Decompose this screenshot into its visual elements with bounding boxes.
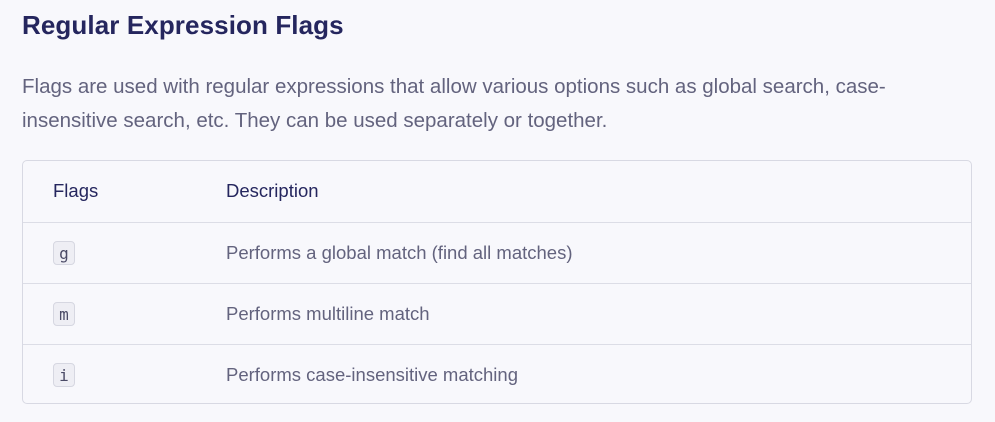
description-cell: Performs a global match (find all matche…	[226, 241, 573, 263]
description-cell: Performs case-insensitive matching	[226, 363, 518, 385]
section-heading: Regular Expression Flags	[22, 10, 344, 40]
flag-cell: g	[23, 222, 226, 283]
article-section: Regular Expression Flags Flags are used …	[0, 0, 995, 422]
description-cell: Performs multiline match	[226, 302, 430, 324]
header-row: Flags Description	[23, 161, 971, 222]
flag-code: m	[53, 301, 75, 326]
table-row: m Performs multiline match	[23, 283, 971, 344]
table-header: Flags Description	[23, 161, 971, 222]
flag-code: i	[53, 362, 75, 387]
column-header-flags: Flags	[53, 180, 99, 202]
table-row: g Performs a global match (find all matc…	[23, 222, 971, 283]
flag-cell: i	[23, 344, 226, 403]
flag-code: g	[53, 240, 75, 265]
table-row: i Performs case-insensitive matching	[23, 344, 971, 403]
flags-table-container: Flags Description g Performs a global ma…	[22, 160, 972, 404]
intro-paragraph: Flags are used with regular expressions …	[22, 75, 886, 132]
flag-cell: m	[23, 283, 226, 344]
table-body: g Performs a global match (find all matc…	[23, 222, 971, 403]
flags-table: Flags Description g Performs a global ma…	[23, 161, 971, 403]
column-header-description: Description	[226, 180, 319, 202]
